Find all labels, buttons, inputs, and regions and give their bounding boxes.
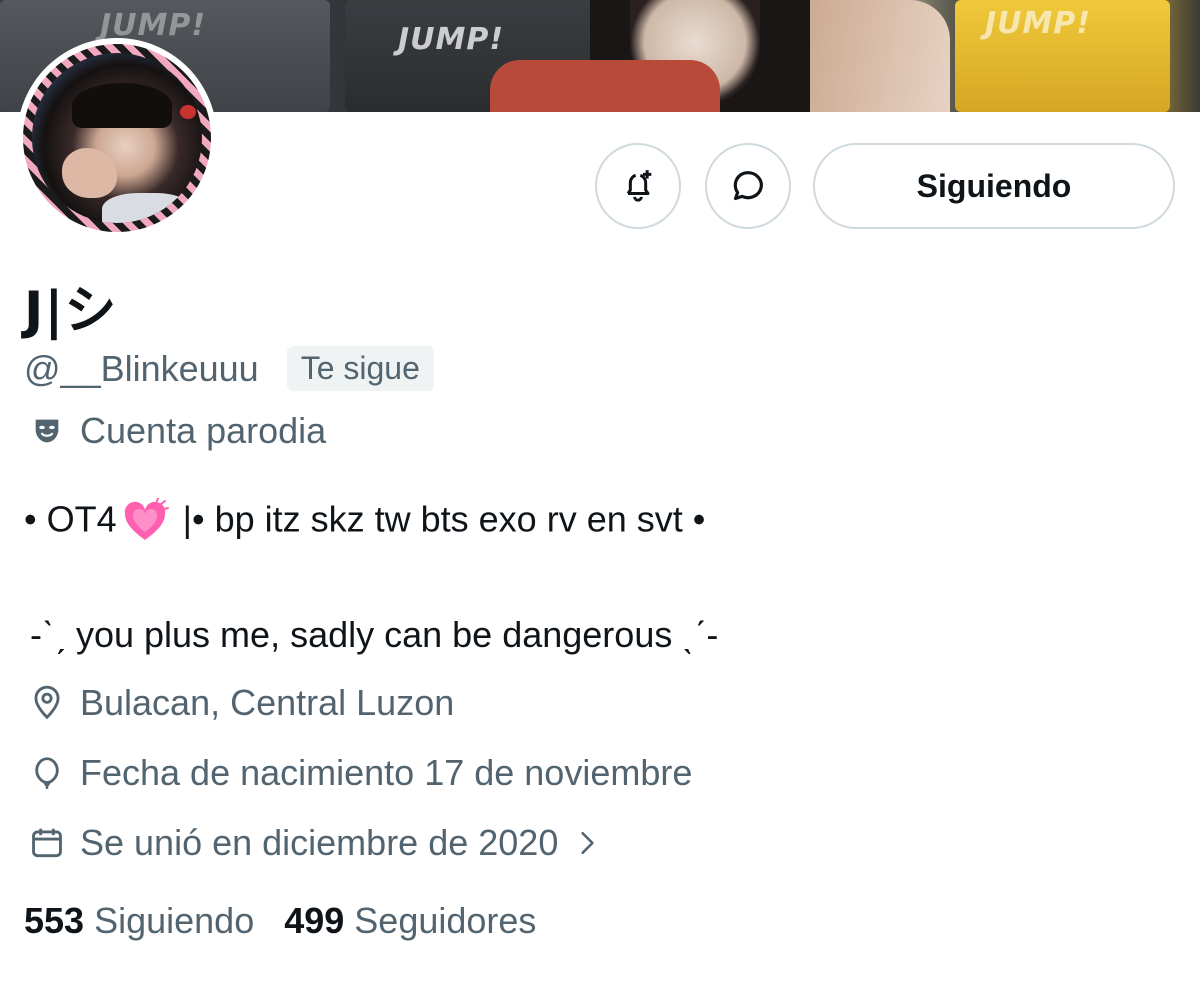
parody-label-row[interactable]: Cuenta parodia [26, 410, 326, 452]
bell-plus-icon [626, 170, 652, 202]
message-button[interactable] [705, 143, 791, 229]
growing-heart-icon [121, 497, 169, 546]
handle-row: @__Blinkeuuu Te sigue [24, 346, 434, 391]
joined-text: Se unió en diciembre de 2020 [80, 822, 559, 863]
follows-you-badge: Te sigue [286, 346, 434, 391]
message-bubble-icon [733, 171, 763, 201]
bio-text: • OT4 [24, 498, 117, 540]
profile-page: JUMP! JUMP! JUMP! Siguiendo J|シ @__Blink… [0, 0, 1200, 994]
bio-text: |• bp itz skz tw bts exo rv en svt • [172, 498, 706, 540]
chevron-right-icon [581, 831, 595, 855]
calendar-icon [26, 822, 68, 864]
followers-label: Seguidores [354, 900, 537, 941]
balloon-icon [26, 752, 68, 794]
following-count: 553 [24, 900, 85, 941]
banner-jersey-text: JUMP! [985, 6, 1092, 41]
birthday-row: Fecha de nacimiento 17 de noviembre [26, 752, 692, 794]
follow-stats: 553 Siguiendo 499 Seguidores [24, 900, 566, 942]
bio-line: • OT4 |• bp itz skz tw bts exo rv en svt… [24, 497, 706, 546]
banner-figure [490, 60, 720, 112]
avatar-frame [23, 44, 211, 232]
parody-label: Cuenta parodia [80, 410, 327, 451]
location-pin-icon [26, 682, 68, 724]
location-row: Bulacan, Central Luzon [26, 682, 454, 724]
user-handle: @__Blinkeuuu [24, 347, 259, 389]
display-name: J|シ [24, 281, 118, 341]
avatar[interactable] [17, 38, 217, 238]
birthday-text: Fecha de nacimiento 17 de noviembre [80, 752, 693, 793]
following-button[interactable]: Siguiendo [813, 143, 1175, 229]
notifications-button[interactable] [595, 143, 681, 229]
location-text: Bulacan, Central Luzon [80, 682, 455, 723]
bio-line: -ˋˏ you plus me, sadly can be dangerous … [30, 614, 719, 655]
mask-icon [26, 410, 68, 452]
following-label: Siguiendo [94, 900, 255, 941]
joined-row[interactable]: Se unió en diciembre de 2020 [26, 822, 600, 864]
followers-stat[interactable]: 499 Seguidores [284, 900, 536, 942]
following-stat[interactable]: 553 Siguiendo [24, 900, 254, 942]
avatar-image [32, 53, 202, 223]
followers-count: 499 [284, 900, 345, 941]
banner-figure [800, 0, 950, 112]
banner-jersey-text: JUMP! [398, 22, 505, 57]
